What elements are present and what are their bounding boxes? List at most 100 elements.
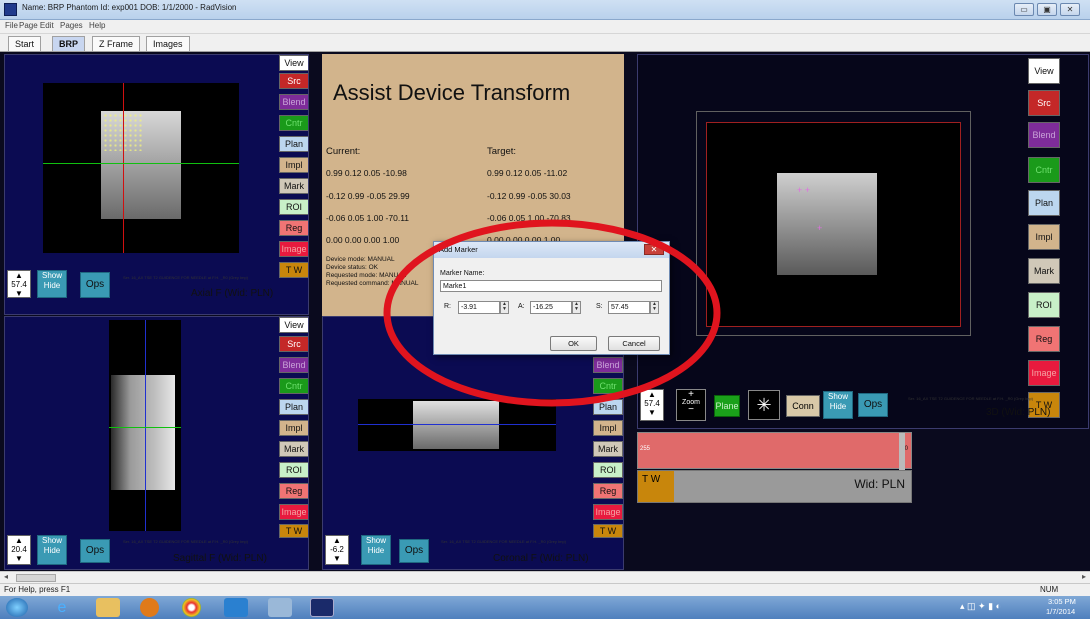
scroll-right-icon[interactable]: ▸ — [1082, 572, 1086, 581]
src-button[interactable]: Src — [1028, 90, 1060, 116]
window-level-bar[interactable]: 255 0 — [637, 432, 912, 470]
plan-button[interactable]: Plan — [279, 136, 308, 152]
tab-start[interactable]: Start — [8, 36, 42, 51]
menu-pages[interactable]: Pages — [60, 21, 83, 30]
menu-page-edit[interactable]: Page Edit — [19, 21, 54, 30]
a-value-input[interactable]: -16.25 — [530, 301, 572, 314]
coronal-show-hide-button[interactable]: Show Hide — [361, 535, 391, 565]
roi-button[interactable]: ROI — [1028, 292, 1060, 318]
blend-button[interactable]: Blend — [279, 357, 308, 373]
axial-slice-stepper[interactable]: ▲ 57.4 ▼ — [7, 270, 31, 298]
tw-button[interactable]: T W — [279, 262, 308, 278]
tw-button[interactable]: T W — [638, 471, 674, 502]
reg-button[interactable]: Reg — [593, 483, 623, 499]
r-value-input[interactable]: -3.91 — [458, 301, 500, 314]
cntr-button[interactable]: Cntr — [593, 378, 623, 394]
a-spinner[interactable]: ▲ ▼ — [572, 301, 581, 314]
cntr-button[interactable]: Cntr — [1028, 157, 1060, 183]
expand-arrows-icon[interactable]: ✳ — [748, 390, 780, 420]
reg-button[interactable]: Reg — [1028, 326, 1060, 352]
roi-button[interactable]: ROI — [279, 462, 308, 478]
tab-z-frame[interactable]: Z Frame — [92, 36, 141, 51]
tab-images[interactable]: Images — [146, 36, 190, 51]
axial-ops-button[interactable]: Ops — [80, 272, 110, 298]
view3d-show-hide-button[interactable]: Show Hide — [823, 391, 853, 419]
coronal-slice-stepper[interactable]: ▲ -6.2 ▼ — [325, 535, 349, 565]
s-spinner[interactable]: ▲ ▼ — [650, 301, 659, 314]
media-player-icon[interactable] — [140, 598, 159, 617]
sagittal-slice-stepper[interactable]: ▲ 20.4 ▼ — [7, 535, 31, 565]
impl-button[interactable]: Impl — [279, 157, 308, 173]
view-button[interactable]: View — [279, 55, 308, 71]
impl-button[interactable]: Impl — [279, 420, 308, 436]
plan-button[interactable]: Plan — [1028, 190, 1060, 216]
reg-button[interactable]: Reg — [279, 483, 308, 499]
sagittal-ops-button[interactable]: Ops — [80, 539, 110, 563]
image-button[interactable]: Image — [279, 504, 308, 520]
maximize-button[interactable]: ▣ — [1037, 3, 1057, 16]
start-orb-icon[interactable] — [6, 598, 28, 617]
marker-name-input[interactable]: Marke1 — [440, 280, 662, 292]
image-button[interactable]: Image — [593, 504, 623, 520]
internet-explorer-icon[interactable]: e — [50, 598, 74, 617]
minimize-button[interactable]: ▭ — [1014, 3, 1034, 16]
plan-button[interactable]: Plan — [593, 399, 623, 415]
reg-button[interactable]: Reg — [279, 220, 308, 236]
cancel-button[interactable]: Cancel — [608, 336, 660, 351]
sagittal-show-hide-button[interactable]: Show Hide — [37, 535, 67, 565]
view-button[interactable]: View — [1028, 58, 1060, 84]
tw-button[interactable]: T W — [279, 524, 308, 538]
teamviewer-icon[interactable] — [224, 598, 248, 617]
close-icon[interactable]: ✕ — [644, 244, 664, 255]
view3d-ops-button[interactable]: Ops — [858, 393, 888, 417]
r-spinner[interactable]: ▲ ▼ — [500, 301, 509, 314]
roi-button[interactable]: ROI — [593, 462, 623, 478]
mark-button[interactable]: Mark — [279, 441, 308, 457]
view-button[interactable]: View — [279, 317, 308, 333]
coronal-ops-button[interactable]: Ops — [399, 539, 429, 563]
close-button[interactable]: ✕ — [1060, 3, 1080, 16]
cntr-button[interactable]: Cntr — [279, 378, 308, 394]
system-tray-icons[interactable]: ▴ ◫ ✦ ▮ ◐ — [960, 601, 1001, 612]
plane-button[interactable]: Plane — [714, 395, 740, 417]
mark-button[interactable]: Mark — [1028, 258, 1060, 284]
view3d-image[interactable]: + + + — [706, 122, 961, 327]
axial-image[interactable] — [43, 83, 239, 253]
scroll-thumb[interactable] — [16, 574, 56, 582]
axial-show-hide-button[interactable]: Show Hide — [37, 270, 67, 298]
view3d-slice-stepper[interactable]: ▲ 57.4 ▼ — [640, 389, 664, 421]
mark-button[interactable]: Mark — [279, 178, 308, 194]
impl-button[interactable]: Impl — [593, 420, 623, 436]
coronal-image[interactable] — [358, 399, 556, 451]
axial-viewport[interactable]: ▲ 57.4 ▼ Show Hide Ops Ser. 16_AX TSE T2 … — [4, 54, 309, 315]
ok-button[interactable]: OK — [550, 336, 597, 351]
cntr-button[interactable]: Cntr — [279, 115, 308, 131]
blend-button[interactable]: Blend — [1028, 122, 1060, 148]
impl-button[interactable]: Impl — [1028, 224, 1060, 250]
sagittal-viewport[interactable]: ▲ 20.4 ▼ Show Hide Ops Ser. 16_AX TSE T2 … — [4, 316, 309, 570]
src-button[interactable]: Src — [279, 336, 308, 352]
menu-file[interactable]: File — [5, 21, 18, 30]
sagittal-image[interactable] — [109, 320, 181, 531]
src-button[interactable]: Src — [279, 73, 308, 89]
blend-button[interactable]: Blend — [593, 357, 623, 373]
roi-button[interactable]: ROI — [279, 199, 308, 215]
file-explorer-icon[interactable] — [96, 598, 120, 617]
scroll-left-icon[interactable]: ◂ — [4, 572, 8, 581]
tab-brp[interactable]: BRP — [52, 36, 86, 51]
mark-button[interactable]: Mark — [593, 441, 623, 457]
image-button[interactable]: Image — [279, 241, 308, 257]
horizontal-scrollbar[interactable]: ◂ ▸ — [0, 571, 1090, 583]
menu-help[interactable]: Help — [89, 21, 105, 30]
plan-button[interactable]: Plan — [279, 399, 308, 415]
zoom-button[interactable]: + Zoom − — [676, 389, 706, 421]
view3d-viewport[interactable]: + + + View Src Blend Cntr Plan Impl Mark… — [637, 54, 1089, 429]
blend-button[interactable]: Blend — [279, 94, 308, 110]
s-value-input[interactable]: 57.45 — [608, 301, 650, 314]
chrome-icon[interactable] — [182, 598, 201, 617]
tw-button[interactable]: T W — [593, 524, 623, 538]
image-button[interactable]: Image — [1028, 360, 1060, 386]
tool-icon[interactable] — [268, 598, 292, 617]
conn-button[interactable]: Conn — [786, 395, 820, 417]
level-slider-handle[interactable] — [899, 433, 905, 470]
